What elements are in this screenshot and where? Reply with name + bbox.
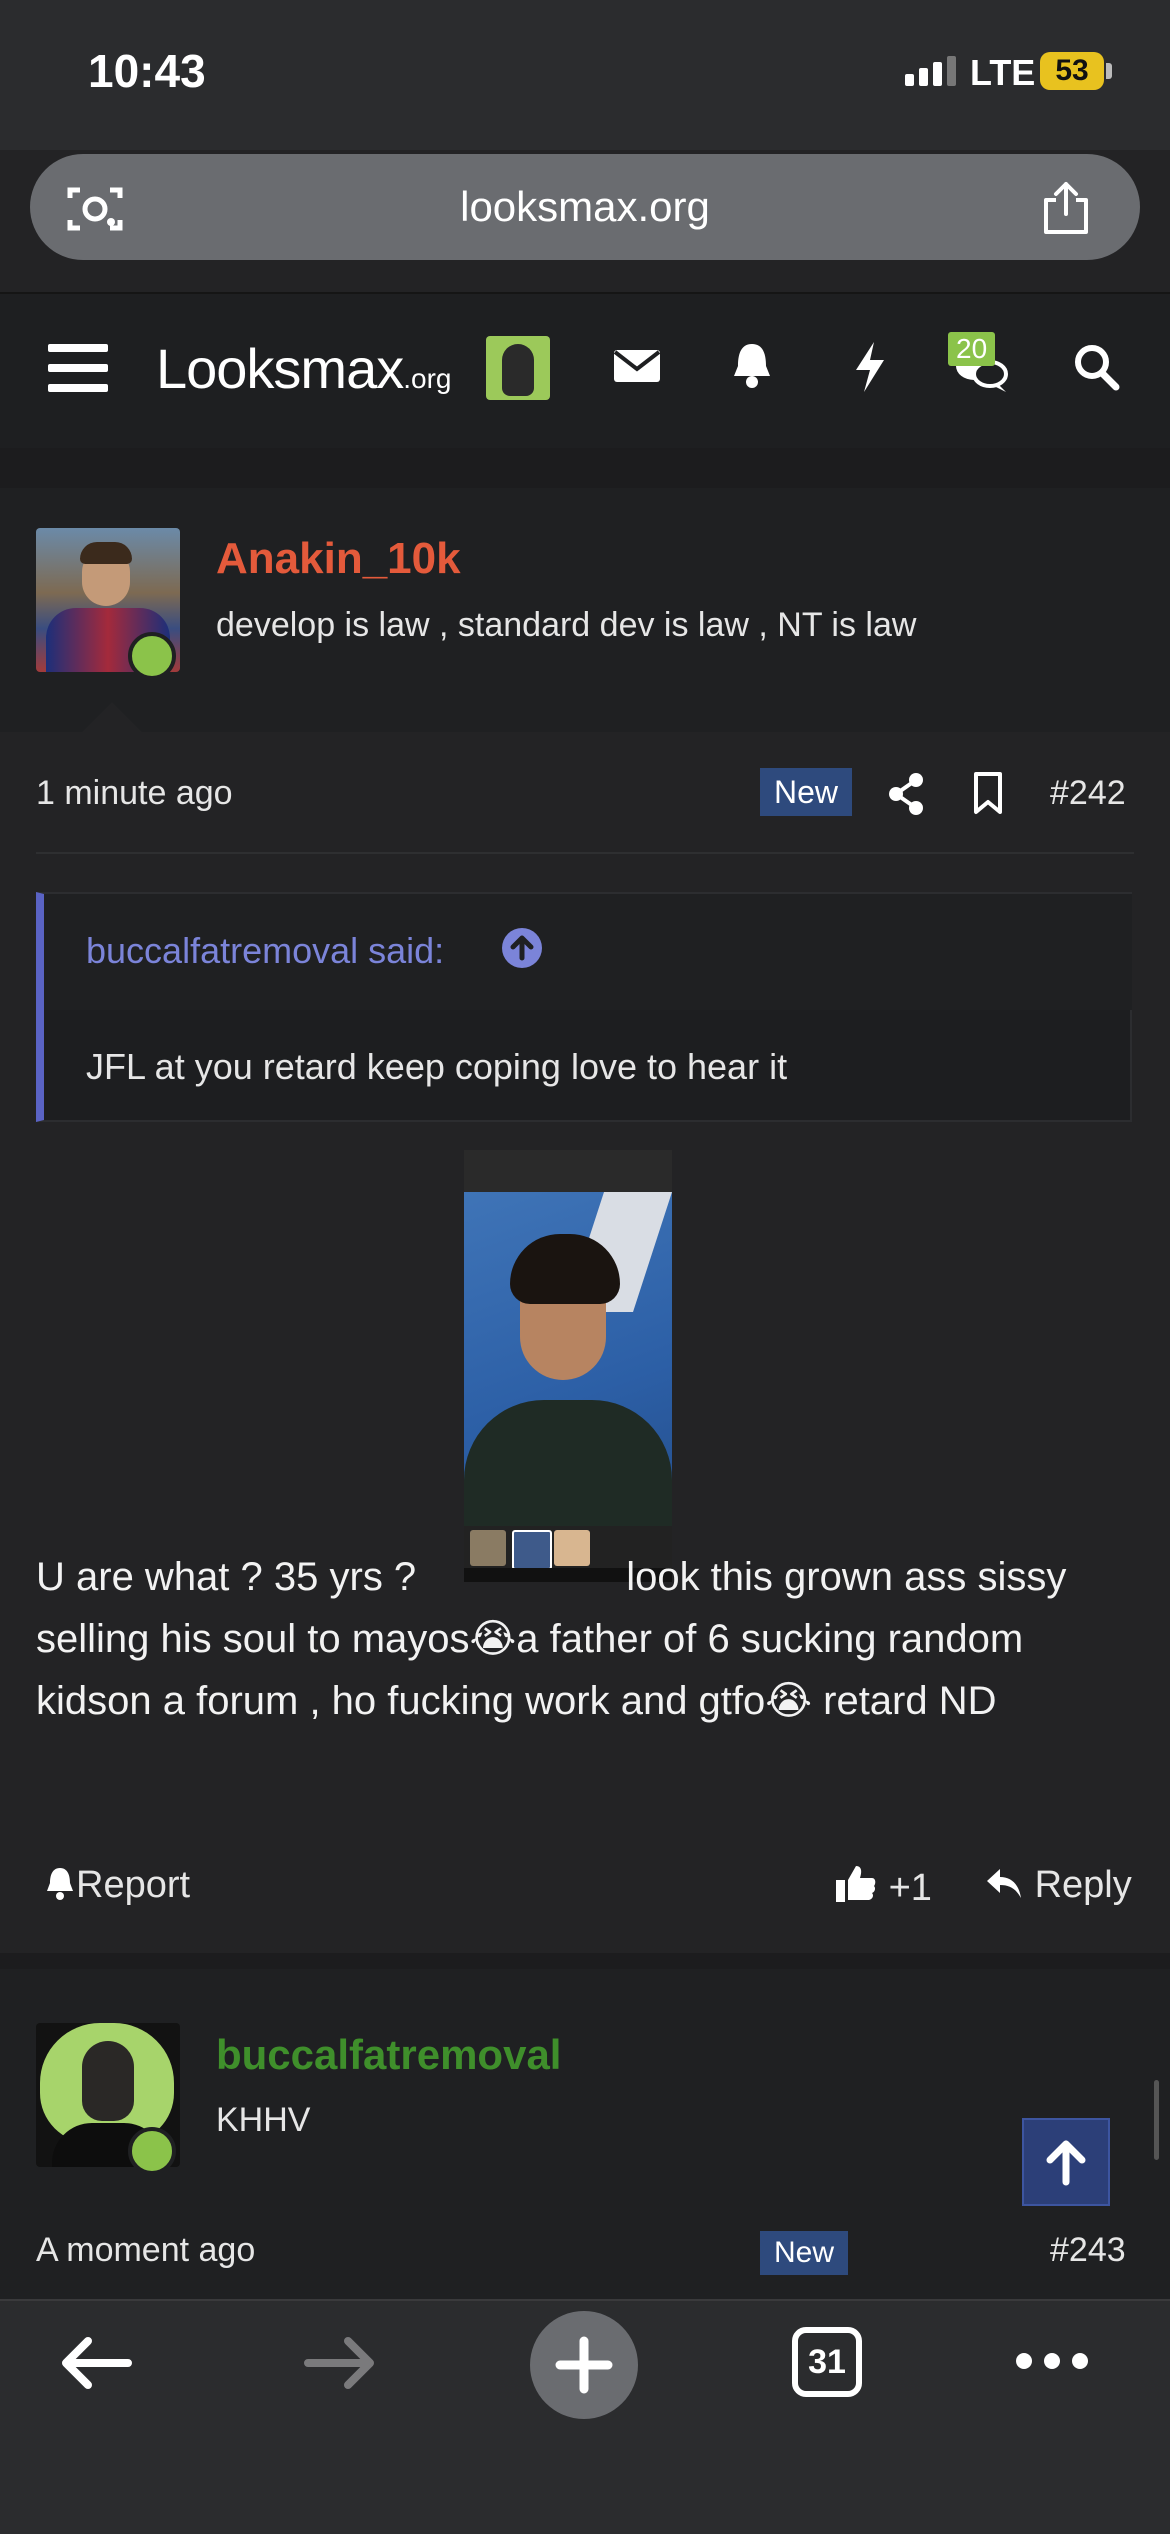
inbox-icon[interactable] [612, 336, 662, 401]
embedded-image[interactable] [464, 1150, 672, 1582]
post-separator [0, 1953, 1170, 1969]
online-indicator [128, 2127, 176, 2175]
post-body: U are what ? 35 yrs ? look this grown ass… [36, 1546, 1146, 1732]
address-bar[interactable]: looksmax.org [30, 154, 1140, 260]
report-button[interactable]: Report [44, 1864, 190, 1907]
post-author-block: Anakin_10k develop is law , standard dev… [0, 488, 1170, 732]
new-badge: New [760, 2231, 849, 2275]
post-number[interactable]: #243 [1050, 2231, 1126, 2270]
share-icon[interactable] [1040, 180, 1092, 241]
arrow-up-circle-icon[interactable] [500, 926, 544, 975]
post-meta: A moment ago New #243 [0, 2229, 1170, 2299]
author-title: KHHV [216, 2101, 311, 2139]
post-separator [0, 448, 1170, 488]
divider [36, 852, 1134, 854]
bolt-icon[interactable] [850, 336, 890, 401]
scroll-to-top-button[interactable] [1022, 2118, 1110, 2206]
url-text[interactable]: looksmax.org [30, 154, 1140, 260]
reply-button[interactable]: Reply [984, 1864, 1132, 1907]
status-time: 10:43 [88, 45, 206, 97]
user-avatar[interactable] [486, 336, 550, 400]
online-indicator [128, 632, 176, 680]
post-timestamp[interactable]: 1 minute ago [36, 774, 233, 813]
menu-icon[interactable] [48, 344, 108, 404]
battery-icon: 53 [1040, 52, 1104, 90]
author-notch [82, 702, 142, 732]
author-title: develop is law , standard dev is law , N… [216, 606, 917, 644]
conversations-badge: 20 [948, 332, 996, 366]
quote-text: JFL at you retard keep coping love to he… [86, 1046, 788, 1087]
status-bar: 10:43 LTE 53 [0, 0, 1170, 150]
bell-icon[interactable] [728, 336, 776, 401]
post-body-part1: U are what ? 35 yrs ? [36, 1555, 417, 1599]
like-count: +1 [888, 1867, 932, 1909]
post-number[interactable]: #242 [1050, 774, 1126, 813]
back-arrow-icon[interactable] [58, 2331, 134, 2400]
post-author-block: buccalfatremoval KHHV [0, 1969, 1170, 2229]
author-name[interactable]: Anakin_10k [216, 534, 461, 584]
forum-header: Looksmax.org 20 [0, 292, 1170, 450]
like-button[interactable]: +1 [834, 1864, 932, 1910]
share-icon[interactable] [886, 772, 926, 821]
forward-arrow-icon[interactable] [302, 2331, 378, 2400]
lens-icon[interactable] [66, 184, 124, 239]
post-timestamp[interactable]: A moment ago [36, 2231, 255, 2270]
network-type: LTE [970, 52, 1036, 93]
new-tab-button[interactable] [530, 2311, 638, 2419]
more-icon[interactable] [1016, 2353, 1100, 2374]
battery-tip [1106, 63, 1112, 79]
site-logo[interactable]: Looksmax.org [156, 336, 451, 401]
quote-block: buccalfatremoval said: JFL at you retard… [36, 892, 1132, 1122]
scrollbar[interactable] [1154, 2080, 1159, 2160]
new-badge: New [760, 768, 853, 816]
quote-author[interactable]: buccalfatremoval said: [86, 930, 444, 972]
author-name[interactable]: buccalfatremoval [216, 2031, 561, 2079]
tabs-button[interactable]: 31 [792, 2327, 862, 2397]
post: Anakin_10k develop is law , standard dev… [0, 488, 1170, 1953]
signal-icon [905, 56, 961, 86]
search-icon[interactable] [1070, 336, 1124, 401]
browser-toolbar: 31 [0, 2299, 1170, 2534]
bookmark-icon[interactable] [970, 770, 1006, 821]
